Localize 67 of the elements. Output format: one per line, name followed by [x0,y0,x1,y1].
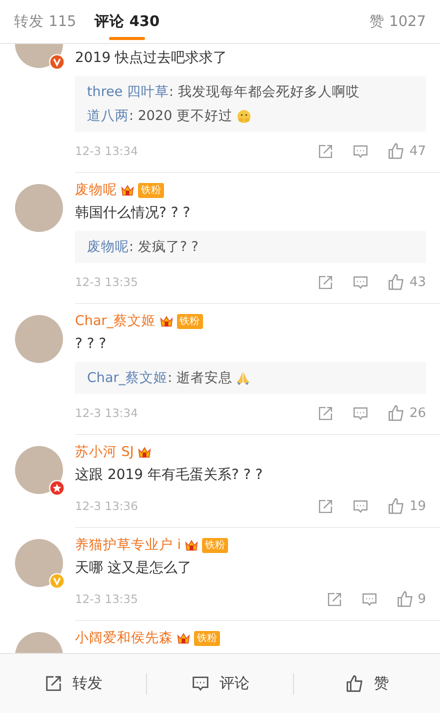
thumbs-up-icon [387,497,406,515]
user-name[interactable]: 苏小河 SJ [75,443,134,461]
comment-time: 12-3 13:34 [75,144,138,158]
reply-text: : 2020 更不好过 [129,107,232,126]
tab[interactable]: 转发 115 [14,0,76,44]
fan-badge: 铁粉 [194,630,220,646]
like-button[interactable]: 9 [396,590,426,608]
repost-icon[interactable] [317,274,334,290]
comment-icon[interactable] [360,590,378,608]
comment-icon[interactable] [352,274,370,290]
thumbs-up-icon [387,142,406,160]
repost-icon[interactable] [326,590,343,608]
user-name[interactable]: 小阔爱和侯先森 [75,629,173,647]
comment-icon[interactable] [352,142,370,160]
comment-time: 12-3 13:36 [75,499,138,513]
toolbar-button[interactable]: 评论 [147,662,293,706]
avatar-photo-placeholder[interactable] [15,446,63,494]
crown-icon [136,444,152,460]
comment-time: 12-3 13:35 [75,592,138,606]
reply-user-name[interactable]: Char_蔡文姬 [87,366,168,390]
thumbs-up-icon [345,674,364,693]
avatar-photo-placeholder[interactable] [15,315,63,363]
praying-hands-icon [235,370,252,386]
comment-time: 12-3 13:34 [75,406,138,420]
crown-icon [176,630,191,646]
avatar-photo-placeholder[interactable] [15,539,63,587]
tab[interactable]: 评论 430 [94,0,160,44]
fan-badge: 铁粉 [176,314,203,328]
reply-user-name[interactable]: three 四叶草 [87,80,170,104]
reply-user-name[interactable]: 废物呢 [87,235,129,259]
toolbar-button[interactable]: 赞 [294,662,440,706]
like-button[interactable]: 43 [387,273,426,291]
crown-icon [158,314,174,328]
crown-icon [120,182,135,198]
thumbs-up-icon [387,404,406,422]
comment-icon[interactable] [352,404,370,422]
toolbar-button[interactable]: 转发 [0,662,146,706]
thumbs-up-icon [387,273,406,291]
repost-icon[interactable] [317,498,334,514]
reply-text: : 逝者安息 [168,369,232,388]
reply-text: : 发疯了? ? [129,238,198,257]
avatar-photo-placeholder[interactable] [15,184,63,232]
likes-tab[interactable]: 赞 1027 [369,0,426,44]
repost-icon[interactable] [317,142,334,160]
comment-text: 韩国什么情况? ? ? [75,204,192,223]
repost-icon[interactable] [317,404,334,422]
like-button[interactable]: 47 [387,142,426,160]
thumbs-up-icon [396,590,414,608]
comment-text: ? ? ? [75,335,108,354]
reply-user-name[interactable]: 道八两 [87,104,129,128]
repost-icon [44,674,62,693]
fan-badge: 铁粉 [138,182,164,198]
comment-time: 12-3 13:35 [75,275,138,289]
like-button[interactable]: 26 [387,404,426,422]
comment-icon [190,674,210,693]
crown-icon [184,538,200,552]
comment-text: 这跟 2019 年有毛蛋关系? ? ? [75,466,264,485]
comment-text: 2019 快点过去吧求求了 [75,49,228,68]
comment-icon[interactable] [352,498,370,514]
user-name[interactable]: Char_蔡文姬 [75,312,156,330]
like-button[interactable]: 19 [387,497,426,515]
face-emoji-icon [236,108,252,124]
comment-text: 天哪 这又是怎么了 [75,559,192,578]
user-name[interactable]: 废物呢 [75,181,117,199]
fan-badge: 铁粉 [202,538,228,552]
user-name[interactable]: 养猫护草专业户 i [75,536,182,554]
reply-text: : 我发现每年都会死好多人啊哎 [169,83,360,102]
